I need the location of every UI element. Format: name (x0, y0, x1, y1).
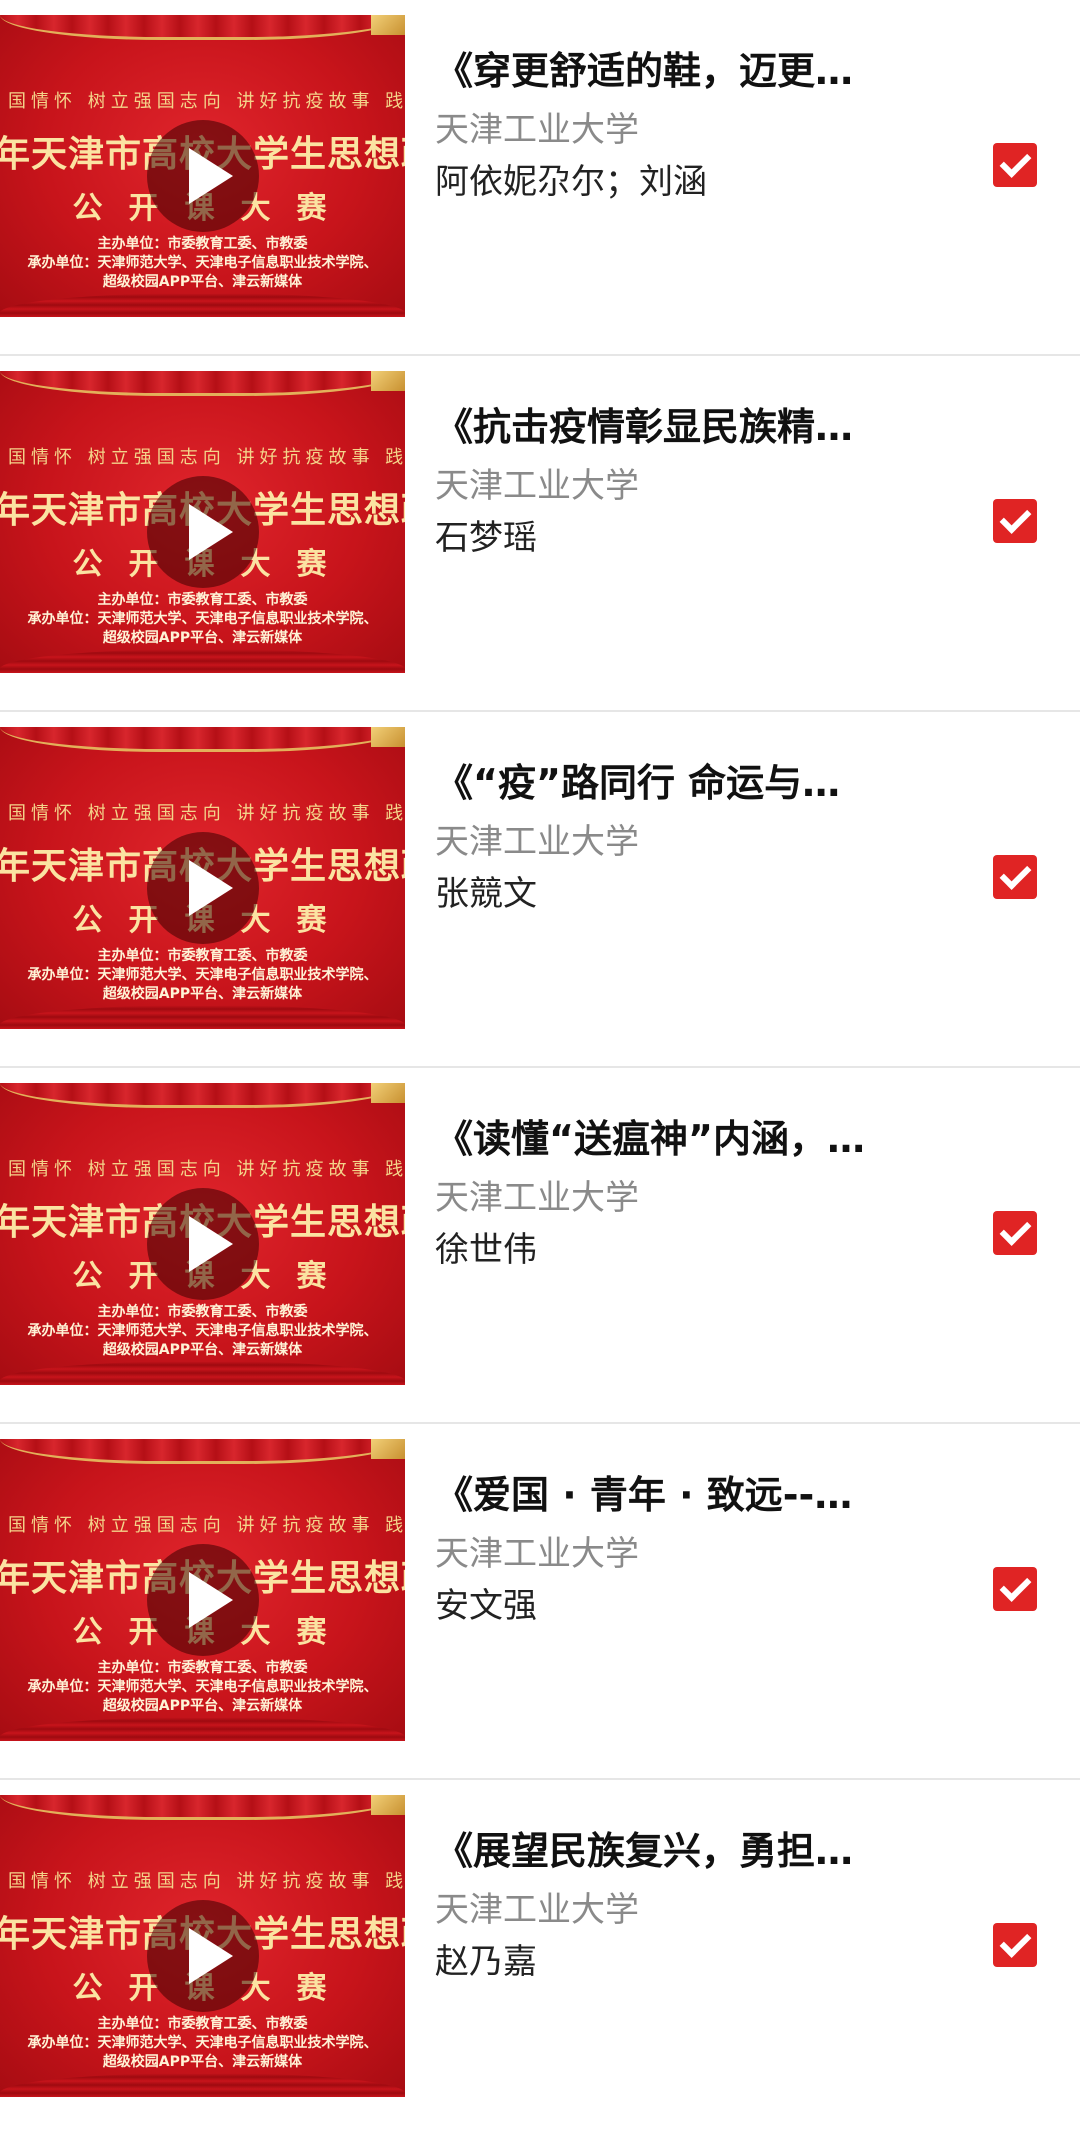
stage-decoration (0, 1717, 405, 1741)
stage-decoration (0, 2073, 405, 2097)
video-author: 张競文 (435, 874, 537, 914)
curtain-decoration (0, 1439, 405, 1464)
play-icon[interactable] (147, 1900, 259, 2012)
list-item[interactable]: 国情怀 树立强国志向 讲好抗疫故事 践行 年天津市高校大学生思想政治理 公开课大… (0, 712, 1080, 1068)
list-item[interactable]: 国情怀 树立强国志向 讲好抗疫故事 践行 年天津市高校大学生思想政治理 公开课大… (0, 0, 1080, 356)
video-title[interactable]: 《读懂“送瘟神”内涵，… (435, 1108, 905, 1163)
video-thumbnail[interactable]: 国情怀 树立强国志向 讲好抗疫故事 践行 年天津市高校大学生思想政治理 公开课大… (0, 15, 405, 317)
thumbnail-organizers: 主办单位：市委教育工委、市教委 承办单位：天津师范大学、天津电子信息职业技术学院… (27, 1304, 378, 1358)
thumbnail-organizers: 主办单位：市委教育工委、市教委 承办单位：天津师范大学、天津电子信息职业技术学院… (27, 592, 378, 646)
video-thumbnail[interactable]: 国情怀 树立强国志向 讲好抗疫故事 践行 年天津市高校大学生思想政治理 公开课大… (0, 1439, 405, 1741)
video-title[interactable]: 《展望民族复兴，勇担… (435, 1820, 905, 1875)
video-thumbnail[interactable]: 国情怀 树立强国志向 讲好抗疫故事 践行 年天津市高校大学生思想政治理 公开课大… (0, 1083, 405, 1385)
checkbox-checked-icon[interactable] (993, 855, 1037, 899)
video-list: 国情怀 树立强国志向 讲好抗疫故事 践行 年天津市高校大学生思想政治理 公开课大… (0, 0, 1080, 2136)
thumbnail-slogan: 国情怀 树立强国志向 讲好抗疫故事 践行 (8, 1871, 405, 1892)
video-title[interactable]: 《穿更舒适的鞋，迈更… (435, 40, 905, 95)
curtain-corner-decoration (371, 1795, 405, 1815)
checkbox-checked-icon[interactable] (993, 499, 1037, 543)
list-item[interactable]: 国情怀 树立强国志向 讲好抗疫故事 践行 年天津市高校大学生思想政治理 公开课大… (0, 1780, 1080, 2136)
thumbnail-slogan: 国情怀 树立强国志向 讲好抗疫故事 践行 (8, 91, 405, 112)
play-icon[interactable] (147, 120, 259, 232)
curtain-decoration (0, 371, 405, 396)
video-title[interactable]: 《抗击疫情彰显民族精… (435, 396, 905, 451)
checkbox-checked-icon[interactable] (993, 1567, 1037, 1611)
video-title[interactable]: 《爱国 · 青年 · 致远--… (435, 1464, 905, 1519)
checkbox-checked-icon[interactable] (993, 1923, 1037, 1967)
curtain-corner-decoration (371, 15, 405, 35)
video-school: 天津工业大学 (435, 110, 639, 150)
video-author: 徐世伟 (435, 1230, 537, 1270)
thumbnail-slogan: 国情怀 树立强国志向 讲好抗疫故事 践行 (8, 1159, 405, 1180)
video-author: 赵乃嘉 (435, 1942, 537, 1982)
stage-decoration (0, 649, 405, 673)
thumbnail-organizers: 主办单位：市委教育工委、市教委 承办单位：天津师范大学、天津电子信息职业技术学院… (27, 236, 378, 290)
video-title[interactable]: 《“疫”路同行 命运与… (435, 752, 905, 807)
video-author: 阿依妮尕尔；刘涵 (435, 162, 707, 202)
list-item[interactable]: 国情怀 树立强国志向 讲好抗疫故事 践行 年天津市高校大学生思想政治理 公开课大… (0, 1068, 1080, 1424)
play-icon[interactable] (147, 476, 259, 588)
thumbnail-organizers: 主办单位：市委教育工委、市教委 承办单位：天津师范大学、天津电子信息职业技术学院… (27, 1660, 378, 1714)
play-icon[interactable] (147, 832, 259, 944)
list-item[interactable]: 国情怀 树立强国志向 讲好抗疫故事 践行 年天津市高校大学生思想政治理 公开课大… (0, 1424, 1080, 1780)
stage-decoration (0, 1361, 405, 1385)
list-item[interactable]: 国情怀 树立强国志向 讲好抗疫故事 践行 年天津市高校大学生思想政治理 公开课大… (0, 356, 1080, 712)
play-icon[interactable] (147, 1188, 259, 1300)
video-thumbnail[interactable]: 国情怀 树立强国志向 讲好抗疫故事 践行 年天津市高校大学生思想政治理 公开课大… (0, 371, 405, 673)
thumbnail-slogan: 国情怀 树立强国志向 讲好抗疫故事 践行 (8, 803, 405, 824)
stage-decoration (0, 293, 405, 317)
thumbnail-organizers: 主办单位：市委教育工委、市教委 承办单位：天津师范大学、天津电子信息职业技术学院… (27, 2016, 378, 2070)
play-icon[interactable] (147, 1544, 259, 1656)
video-author: 安文强 (435, 1586, 537, 1626)
curtain-decoration (0, 1083, 405, 1108)
thumbnail-organizers: 主办单位：市委教育工委、市教委 承办单位：天津师范大学、天津电子信息职业技术学院… (27, 948, 378, 1002)
video-thumbnail[interactable]: 国情怀 树立强国志向 讲好抗疫故事 践行 年天津市高校大学生思想政治理 公开课大… (0, 727, 405, 1029)
curtain-corner-decoration (371, 727, 405, 747)
checkbox-checked-icon[interactable] (993, 143, 1037, 187)
video-author: 石梦瑶 (435, 518, 537, 558)
video-school: 天津工业大学 (435, 1890, 639, 1930)
curtain-decoration (0, 15, 405, 40)
stage-decoration (0, 1005, 405, 1029)
curtain-decoration (0, 727, 405, 752)
video-school: 天津工业大学 (435, 1178, 639, 1218)
thumbnail-slogan: 国情怀 树立强国志向 讲好抗疫故事 践行 (8, 1515, 405, 1536)
curtain-corner-decoration (371, 1083, 405, 1103)
video-thumbnail[interactable]: 国情怀 树立强国志向 讲好抗疫故事 践行 年天津市高校大学生思想政治理 公开课大… (0, 1795, 405, 2097)
checkbox-checked-icon[interactable] (993, 1211, 1037, 1255)
video-school: 天津工业大学 (435, 466, 639, 506)
video-school: 天津工业大学 (435, 822, 639, 862)
video-school: 天津工业大学 (435, 1534, 639, 1574)
thumbnail-slogan: 国情怀 树立强国志向 讲好抗疫故事 践行 (8, 447, 405, 468)
curtain-corner-decoration (371, 371, 405, 391)
curtain-decoration (0, 1795, 405, 1820)
curtain-corner-decoration (371, 1439, 405, 1459)
